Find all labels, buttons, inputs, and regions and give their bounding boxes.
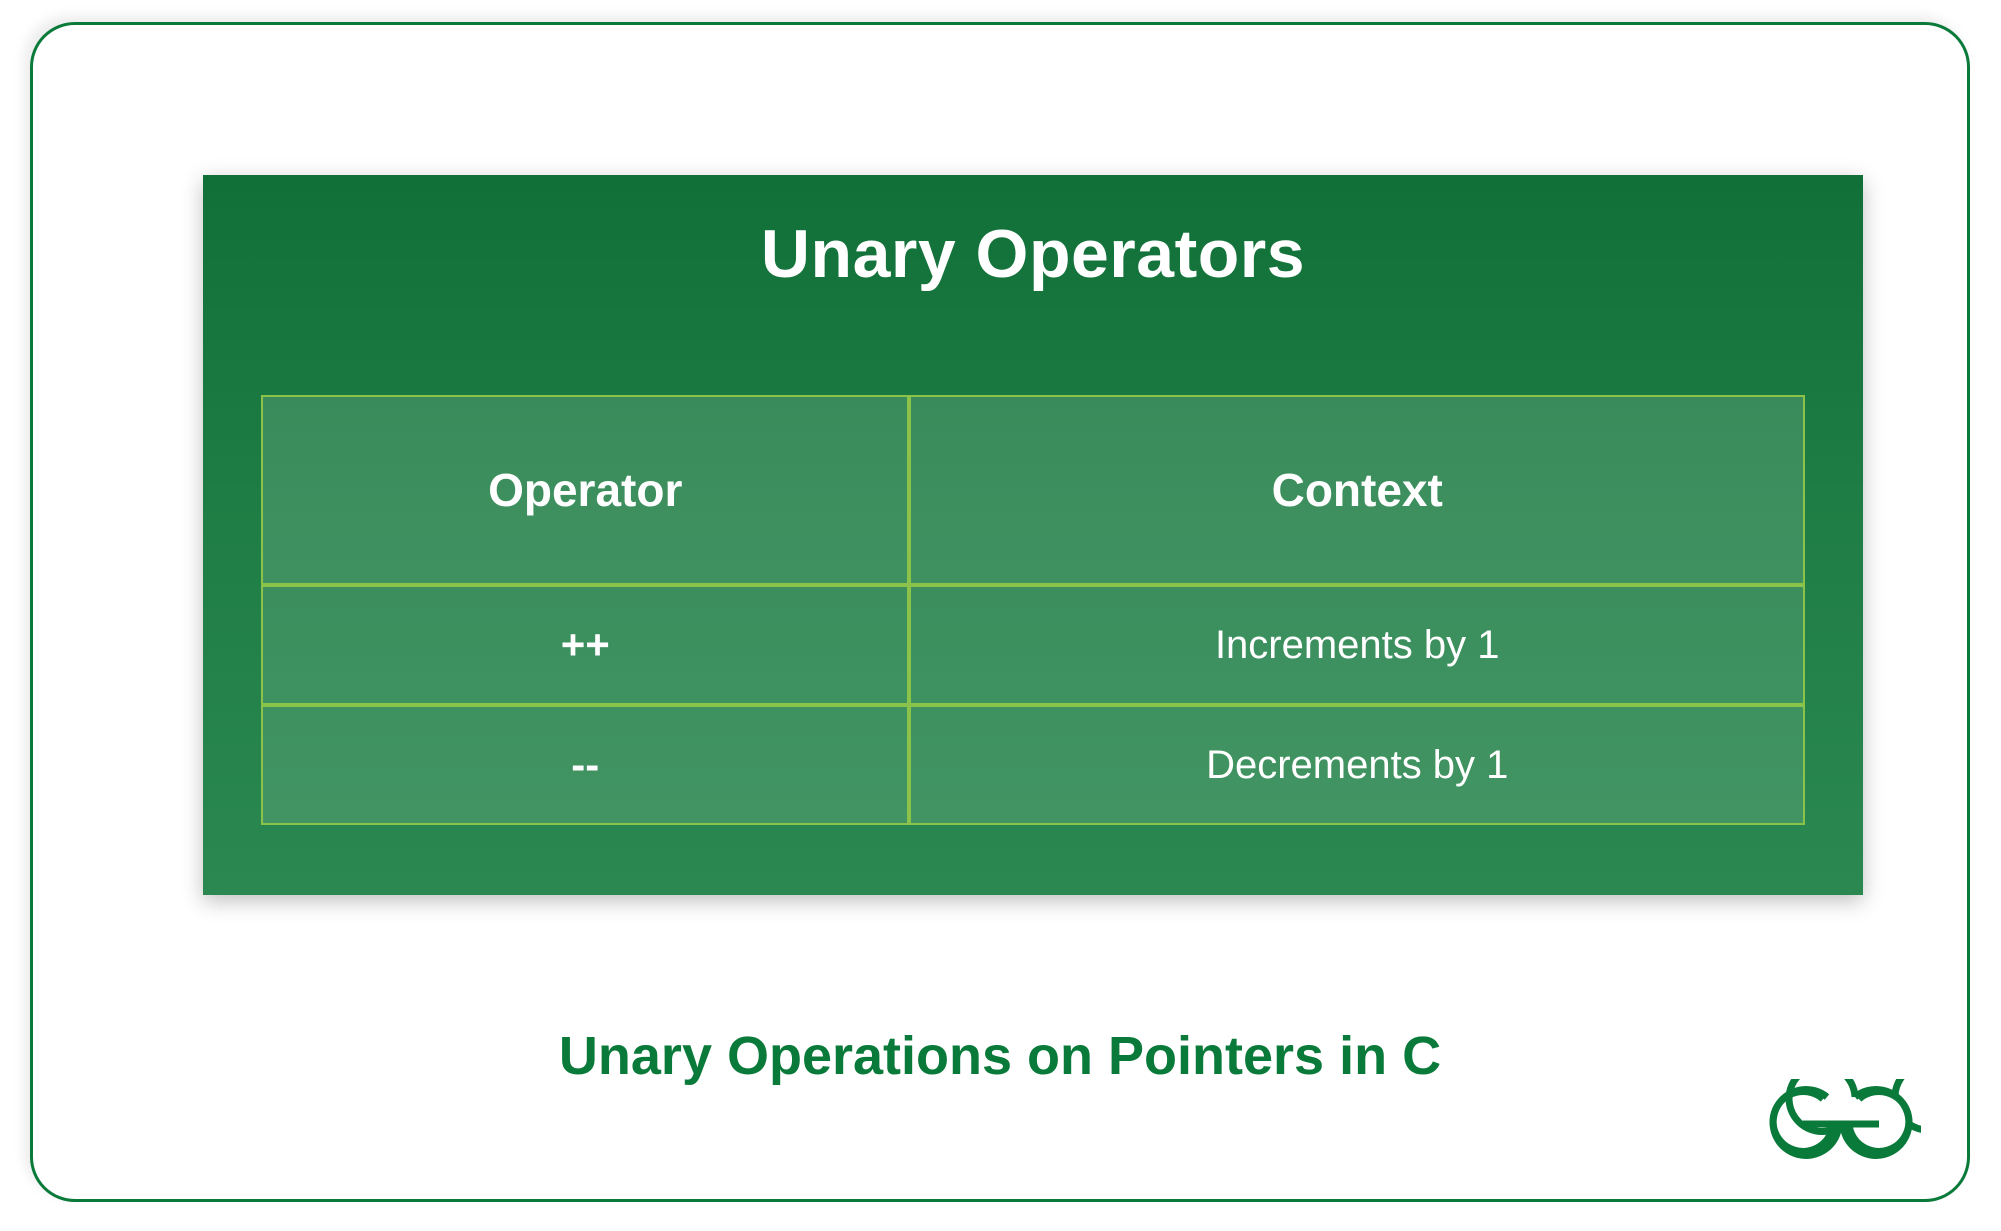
context-cell: Increments by 1 bbox=[909, 585, 1805, 705]
table-header-context: Context bbox=[909, 395, 1805, 585]
caption: Unary Operations on Pointers in C bbox=[33, 1025, 1967, 1087]
operator-cell: ++ bbox=[261, 585, 909, 705]
table-row: -- Decrements by 1 bbox=[261, 705, 1805, 825]
table-row: ++ Increments by 1 bbox=[261, 585, 1805, 705]
context-cell: Decrements by 1 bbox=[909, 705, 1805, 825]
table-header-operator: Operator bbox=[261, 395, 909, 585]
content-panel: Unary Operators Operator Context ++ Incr… bbox=[203, 175, 1863, 895]
panel-title: Unary Operators bbox=[203, 175, 1863, 293]
geeksforgeeks-logo-icon bbox=[1761, 1079, 1921, 1169]
outer-frame: Unary Operators Operator Context ++ Incr… bbox=[30, 22, 1970, 1202]
operator-table: Operator Context ++ Increments by 1 -- D… bbox=[261, 395, 1805, 825]
table-header-row: Operator Context bbox=[261, 395, 1805, 585]
operator-cell: -- bbox=[261, 705, 909, 825]
